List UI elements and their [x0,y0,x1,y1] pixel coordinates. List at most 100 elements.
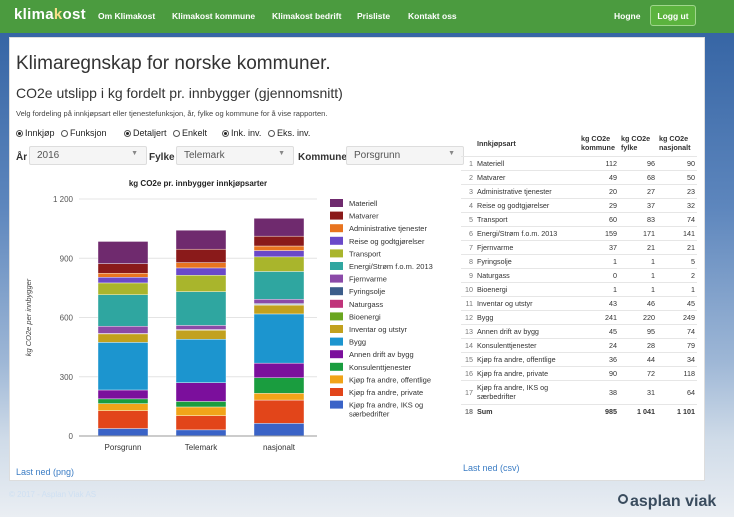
row-index: 12 [461,309,475,324]
legend-swatch [330,325,343,333]
radio-label: Innkjøp [25,128,55,138]
legend-label: Matvarer [349,212,379,221]
footer-copyright: © 2017 - Asplan Viak AS [9,490,97,499]
row-index: 16 [461,365,475,380]
radio-dot[interactable] [268,129,275,137]
row-name: Transport [475,211,579,226]
bar-segment [97,342,149,391]
row-index: 9 [461,267,475,282]
bar-segment [175,329,227,340]
logout-button[interactable]: Logg ut [650,5,696,26]
x-tick-label: Porsgrunn [105,443,142,452]
cell-kommune: 159 [579,225,619,240]
radio-innkjop[interactable]: Innkjøp [16,128,55,138]
nav-item-klimakost-bedrift[interactable]: Klimakost bedrift [272,11,341,21]
table-row: 5 Transport 60 83 74 [461,211,697,226]
bar-segment [97,241,149,264]
download-csv-link[interactable]: Last ned (csv) [463,463,520,473]
table-row: 17 Kjøp fra andre, IKS og særbedrifter 38 3… [461,379,697,404]
cell-nasjonalt: 2 [657,267,697,282]
radio-ink-inv[interactable]: Ink. inv. [222,128,261,138]
bar-segment [97,428,149,437]
radio-dot[interactable] [173,129,180,137]
asplan-viak-logo: asplan viak [618,493,716,511]
row-name: Materiell [475,155,579,170]
row-name: Reise og godtgjørelser [475,197,579,212]
cell-fylke: 220 [619,309,657,324]
year-label: År [16,152,28,163]
cell-nasjonalt: 79 [657,337,697,352]
legend-label: Bygg [349,338,366,347]
bar-segment [253,256,305,272]
chevron-down-icon: ▼ [448,150,455,157]
nav-item-user[interactable]: Hogne [614,11,640,21]
cell-nasjonalt: 141 [657,225,697,240]
page-title: Klimaregnskap for norske kommuner. [16,53,331,74]
bar-segment [97,273,149,278]
radio-label: Enkelt [182,128,208,138]
row-name: Sum [475,403,579,418]
cell-nasjonalt: 64 [657,379,697,404]
year-select[interactable]: 2016 ▼ [29,146,147,165]
radio-enkelt[interactable]: Enkelt [173,128,207,138]
chevron-down-icon: ▼ [131,150,138,157]
help-text: Velg fordeling på innkjøpsart eller tjen… [16,109,328,118]
radio-dot[interactable] [222,129,229,137]
row-index: 8 [461,253,475,268]
col-innkjopsart: Innkjøpsart [477,138,516,148]
col-nasjonalt: kg CO2e nasjonalt [659,134,691,153]
data-table: Innkjøpsart kg CO2e kommune kg CO2e fylk… [461,131,697,418]
radio-eks-inv[interactable]: Eks. inv. [268,128,310,138]
legend-label: Kjøp fra andre, offentlige [349,375,431,384]
bar-segment [175,382,227,402]
radio-dot[interactable] [16,129,23,137]
cell-fylke: 1 [619,253,657,268]
cell-kommune: 24 [579,337,619,352]
cell-kommune: 60 [579,211,619,226]
radio-funksjon[interactable]: Funksjon [61,128,107,138]
muni-select[interactable]: Porsgrunn ▼ [346,146,464,165]
cell-fylke: 28 [619,337,657,352]
col-fylke: kg CO2e fylke [621,134,651,153]
cell-fylke: 44 [619,351,657,366]
radio-dot[interactable] [124,129,131,137]
row-name: Konsulenttjenester [475,337,579,352]
bar-segment [97,277,149,284]
table-sum-row: 18 Sum 985 1 041 1 101 [461,403,697,418]
nav-item-prisliste[interactable]: Prisliste [357,11,390,21]
radio-label: Detaljert [133,128,167,138]
cell-kommune: 241 [579,309,619,324]
county-select[interactable]: Telemark ▼ [176,146,294,165]
row-name: Energi/Strøm f.o.m. 2013 [475,225,579,240]
legend-label: Materiell [349,199,378,208]
table-row: 14 Konsulenttjenester 24 28 79 [461,337,697,352]
logo-ring-icon [618,494,628,504]
legend-label: Energi/Strøm f.o.m. 2013 [349,262,433,271]
legend-swatch [330,236,343,245]
row-name: Bygg [475,309,579,324]
cell-kommune: 112 [579,155,619,170]
cell-fylke: 68 [619,169,657,184]
brand-logo[interactable]: klimakost [14,6,86,23]
legend-label: Inventar og utstyr [349,325,407,334]
row-name: Kjøp fra andre, IKS og særbedrifter [475,379,579,404]
muni-value: Porsgrunn [354,150,401,161]
legend-swatch [330,211,343,220]
download-png-link[interactable]: Last ned (png) [16,467,74,477]
bar-segment [253,393,305,401]
bar-segment [253,423,305,437]
table-row: 6 Energi/Strøm f.o.m. 2013 159 171 141 [461,225,697,240]
nav-item-kontakt-oss[interactable]: Kontakt oss [408,11,457,21]
nav-item-om-klimakost[interactable]: Om Klimakost [98,11,155,21]
county-value: Telemark [184,150,225,161]
row-index: 14 [461,337,475,352]
radio-detaljert[interactable]: Detaljert [124,128,167,138]
bar-segment [97,294,149,327]
radio-dot[interactable] [61,129,68,137]
nav-item-klimakost-kommune[interactable]: Klimakost kommune [172,11,255,21]
bar-segment [253,218,305,237]
year-value: 2016 [37,150,60,161]
row-index: 11 [461,295,475,310]
cell-nasjonalt: 74 [657,323,697,338]
row-index: 6 [461,225,475,240]
